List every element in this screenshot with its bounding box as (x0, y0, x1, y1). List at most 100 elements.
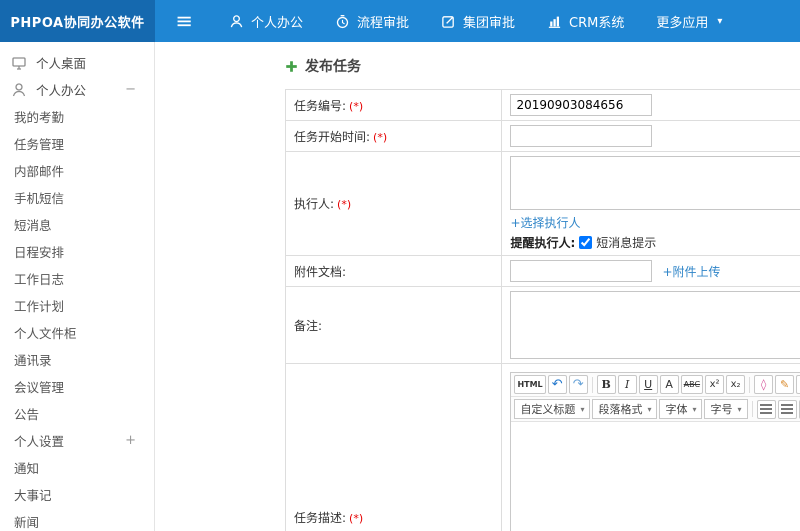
highlight-button[interactable]: ✐ (796, 375, 800, 394)
page-title-text: 发布任务 (305, 59, 361, 75)
row-executor: 执行人: (*) +选择执行人 提醒执行人: 短消息提示 (284, 151, 800, 256)
align-left-button[interactable] (756, 399, 776, 419)
redo-button[interactable]: ↷ (568, 375, 588, 394)
toolbar-separator (749, 376, 751, 393)
start-time-input[interactable] (510, 125, 653, 147)
expand-icon[interactable]: + (125, 433, 136, 448)
sidebar-item-short-message[interactable]: 短消息 (0, 211, 154, 238)
nav-label: CRM系统 (569, 15, 625, 31)
sidebar-label: 个人办公 (36, 83, 87, 98)
row-task-number: 任务编号:(*) 任务名称:(*) (284, 89, 800, 121)
sidebar-item-meeting-management[interactable]: 会议管理 (0, 373, 154, 400)
sidebar-label: 手机短信 (14, 191, 65, 206)
remind-executor-label: 提醒执行人: (510, 236, 576, 250)
remove-format-button[interactable]: ◊ (754, 375, 774, 394)
align-left-icon (760, 404, 772, 414)
sidebar-item-desktop[interactable]: 个人桌面 (0, 49, 154, 76)
nav-label: 集团审批 (463, 15, 516, 31)
nav-personal-office[interactable]: 个人办公 (213, 0, 319, 42)
desktop-icon (11, 55, 27, 71)
sidebar-label: 公告 (14, 407, 40, 422)
task-number-label: 任务编号: (*) (284, 89, 503, 121)
sidebar-label: 个人文件柜 (14, 326, 77, 341)
nav-crm-system[interactable]: CRM系统 (531, 0, 640, 42)
html-source-button[interactable]: HTML (514, 375, 546, 394)
row-task-time: 任务开始时间:(*) 任务结束时间:(*) (284, 120, 800, 152)
sidebar-item-internal-mail[interactable]: 内部邮件 (0, 157, 154, 184)
heading-select[interactable]: 自定义标题 (514, 399, 591, 419)
sidebar-label: 工作日志 (14, 272, 65, 287)
edit-square-icon (441, 14, 456, 29)
description-label: 任务描述: (*) (284, 363, 503, 531)
menu-toggle-icon[interactable]: ≡ (155, 0, 213, 42)
nav-label: 个人办公 (251, 15, 304, 31)
font-button[interactable]: A (659, 375, 679, 394)
sidebar-item-mobile-sms[interactable]: 手机短信 (0, 184, 154, 211)
sidebar: 个人桌面 个人办公 − 我的考勤 任务管理 内部邮件 手机短信 短消息 日程安排… (0, 42, 155, 531)
editor-toolbar-row2: 自定义标题 段落格式 字体 字号 (511, 397, 800, 422)
upload-attachment-link[interactable]: +附件上传 (662, 263, 720, 280)
sidebar-label: 大事记 (14, 488, 52, 503)
sidebar-item-task-management[interactable]: 任务管理 (0, 130, 154, 157)
sidebar-item-personal-office[interactable]: 个人办公 − (0, 76, 154, 103)
sidebar-label: 新闻 (14, 515, 40, 530)
font-size-select[interactable]: 字号 (704, 399, 748, 419)
sidebar-item-events[interactable]: 大事记 (0, 481, 154, 508)
nav-more-apps[interactable]: 更多应用 ▾ (640, 0, 738, 42)
nav-label: 流程审批 (357, 15, 410, 31)
nav-label: 更多应用 (656, 15, 709, 31)
sidebar-label: 内部邮件 (14, 164, 65, 179)
bold-button[interactable]: B (596, 375, 616, 394)
superscript-button[interactable]: x² (705, 375, 725, 394)
font-family-select[interactable]: 字体 (659, 399, 703, 419)
sms-remind-checkbox[interactable] (579, 236, 593, 249)
sidebar-label: 通知 (14, 461, 40, 476)
align-center-button[interactable] (777, 399, 797, 419)
bar-chart-icon (547, 14, 562, 29)
sidebar-item-work-plan[interactable]: 工作计划 (0, 292, 154, 319)
sidebar-item-news[interactable]: 新闻 (0, 508, 154, 531)
sidebar-label: 任务管理 (14, 137, 65, 152)
collapse-icon[interactable]: − (125, 82, 136, 97)
sidebar-item-announcement[interactable]: 公告 (0, 400, 154, 427)
nav-process-approval[interactable]: 流程审批 (319, 0, 425, 42)
row-description: 任务描述: (*) HTML ↶ ↷ B I U A ABC x² x₂ ◊ ✎… (284, 363, 800, 531)
sidebar-label: 个人设置 (14, 434, 65, 449)
sms-remind-label: 短消息提示 (596, 236, 657, 250)
attachment-input[interactable] (510, 260, 653, 282)
executor-label: 执行人: (*) (284, 151, 503, 256)
sidebar-label: 会议管理 (14, 380, 65, 395)
executor-textarea[interactable] (510, 156, 800, 210)
sidebar-item-contacts[interactable]: 通讯录 (0, 346, 154, 373)
paragraph-format-select[interactable]: 段落格式 (592, 399, 658, 419)
sidebar-item-attendance[interactable]: 我的考勤 (0, 103, 154, 130)
person-icon (229, 14, 244, 29)
italic-button[interactable]: I (617, 375, 637, 394)
sidebar-item-schedule[interactable]: 日程安排 (0, 238, 154, 265)
sidebar-item-notice[interactable]: 通知 (0, 454, 154, 481)
nav-group-approval[interactable]: 集团审批 (425, 0, 531, 42)
underline-button[interactable]: U (638, 375, 658, 394)
subscript-button[interactable]: x₂ (726, 375, 746, 394)
task-number-input[interactable] (510, 94, 653, 116)
sidebar-item-file-cabinet[interactable]: 个人文件柜 (0, 319, 154, 346)
sidebar-label: 通讯录 (14, 353, 52, 368)
sidebar-item-personal-settings[interactable]: 个人设置 + (0, 427, 154, 454)
add-icon (285, 60, 298, 73)
remark-label: 备注: (284, 286, 503, 364)
strikethrough-button[interactable]: ABC (680, 375, 704, 394)
chevron-down-icon: ▾ (717, 15, 723, 27)
row-attachment: 附件文档: +附件上传 (284, 255, 800, 287)
rich-text-editor: HTML ↶ ↷ B I U A ABC x² x₂ ◊ ✎ ▾ 自定义标题 ▾… (510, 372, 800, 531)
remark-textarea[interactable] (510, 291, 800, 359)
person-icon (11, 82, 27, 98)
format-brush-button[interactable]: ✎ (775, 375, 795, 394)
select-executor-link[interactable]: +选择执行人 (510, 216, 580, 230)
start-time-label: 任务开始时间: (*) (284, 120, 503, 152)
editor-content-area[interactable] (511, 422, 800, 531)
toolbar-separator (751, 401, 753, 417)
sidebar-item-work-log[interactable]: 工作日志 (0, 265, 154, 292)
sidebar-label: 日程安排 (14, 245, 65, 260)
undo-button[interactable]: ↶ (547, 375, 567, 394)
toolbar-separator (591, 376, 593, 393)
